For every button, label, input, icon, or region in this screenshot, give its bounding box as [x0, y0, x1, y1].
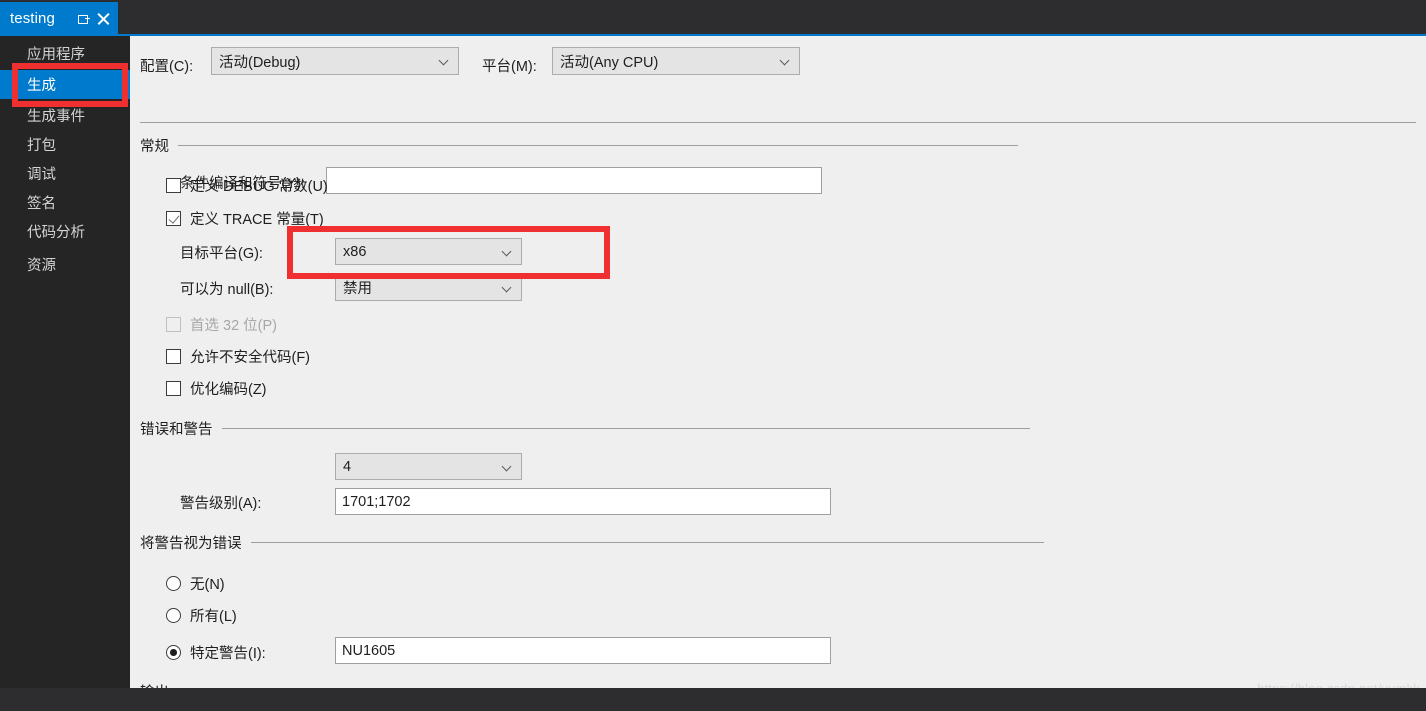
- configuration-value: 活动(Debug): [219, 54, 301, 71]
- platform-value: 活动(Any CPU): [560, 54, 659, 71]
- sidebar-item-code-analysis[interactable]: 代码分析: [0, 217, 130, 246]
- sidebar-item-application[interactable]: 应用程序: [0, 39, 130, 68]
- target-platform-label: 目标平台(G):: [180, 246, 263, 262]
- platform-dropdown[interactable]: 活动(Any CPU): [552, 47, 800, 75]
- sidebar-item-resources[interactable]: 资源: [0, 250, 130, 279]
- radio-unselected-icon[interactable]: [166, 608, 181, 623]
- warning-level-label-wrap: 警告级别(A):: [180, 495, 261, 513]
- warnings-as-errors-group-title: 将警告视为错误: [140, 536, 242, 552]
- checkbox-unchecked-icon[interactable]: [166, 349, 181, 364]
- bottom-bar: [0, 688, 1426, 711]
- warnings-as-errors-group-header: 将警告视为错误: [140, 532, 1044, 553]
- configuration-label: 配置(C):: [140, 59, 194, 75]
- sidebar-item-label: 调试: [27, 167, 56, 183]
- sidebar-item-label: 资源: [27, 258, 56, 274]
- checkbox-unchecked-icon[interactable]: [166, 381, 181, 396]
- prefer-32bit-checkbox-row: 首选 32 位(P): [166, 314, 277, 335]
- output-group-header: 输出: [140, 681, 1035, 688]
- sidebar-item-label: 代码分析: [27, 225, 85, 241]
- nullable-label: 可以为 null(B):: [180, 282, 274, 298]
- general-group-header: 常规: [140, 135, 1030, 156]
- tab-strip: testing: [0, 0, 1426, 36]
- platform-label: 平台(M):: [482, 59, 537, 75]
- group-rule: [178, 145, 1018, 146]
- chevron-down-icon: [503, 283, 512, 292]
- warning-level-dropdown[interactable]: 4: [335, 453, 522, 480]
- configuration-dropdown[interactable]: 活动(Debug): [211, 47, 459, 75]
- warnings-specific-label: 特定警告(I):: [190, 646, 266, 662]
- sidebar-item-label: 应用程序: [27, 47, 85, 63]
- sidebar-item-label: 签名: [27, 196, 56, 212]
- define-trace-label: 定义 TRACE 常量(T): [190, 212, 324, 228]
- nullable-label-wrap: 可以为 null(B):: [180, 281, 273, 299]
- general-group-title: 常规: [140, 139, 169, 155]
- project-properties-window: testing 应用程序 生成 生成事件 打包 调试 签名 代码分析 资源 配置…: [0, 0, 1426, 711]
- chevron-down-icon: [503, 462, 512, 471]
- target-platform-label-wrap: 目标平台(G):: [180, 245, 263, 263]
- chevron-down-icon: [781, 56, 790, 65]
- nullable-value: 禁用: [343, 281, 372, 297]
- sidebar-item-label: 生成: [27, 78, 56, 94]
- conditional-symbols-input[interactable]: [326, 167, 822, 194]
- errors-group-header: 错误和警告: [140, 418, 1030, 439]
- tab-testing[interactable]: testing: [0, 2, 118, 34]
- define-debug-checkbox-row[interactable]: 定义 DEBUG 常数(U): [166, 175, 328, 196]
- prefer-32bit-label: 首选 32 位(P): [190, 318, 278, 334]
- radio-selected-icon[interactable]: [166, 645, 181, 660]
- warnings-all-radio-row[interactable]: 所有(L): [166, 605, 237, 626]
- checkbox-checked-icon[interactable]: [166, 211, 181, 226]
- warnings-none-radio-row[interactable]: 无(N): [166, 573, 225, 594]
- sidebar-item-package[interactable]: 打包: [0, 130, 130, 159]
- group-rule: [221, 428, 1030, 429]
- properties-nav-list: 应用程序 生成 生成事件 打包 调试 签名 代码分析 资源: [0, 36, 130, 688]
- warning-level-label: 警告级别(A):: [180, 496, 262, 512]
- top-divider: [140, 122, 1416, 123]
- nullable-dropdown[interactable]: 禁用: [335, 274, 522, 301]
- radio-unselected-icon[interactable]: [166, 576, 181, 591]
- checkbox-unchecked-icon[interactable]: [166, 178, 181, 193]
- sidebar-item-label: 生成事件: [27, 109, 85, 125]
- sidebar-item-debug[interactable]: 调试: [0, 159, 130, 188]
- configuration-label-wrap: 配置(C):: [140, 58, 193, 76]
- allow-unsafe-checkbox-row[interactable]: 允许不安全代码(F): [166, 346, 310, 367]
- checkbox-disabled-icon: [166, 317, 181, 332]
- sidebar-item-label: 打包: [27, 138, 56, 154]
- close-icon[interactable]: [97, 12, 110, 25]
- sidebar-item-build[interactable]: 生成: [0, 70, 130, 99]
- output-group-title: 输出: [140, 681, 169, 688]
- optimize-code-checkbox-row[interactable]: 优化编码(Z): [166, 378, 267, 399]
- warnings-specific-radio-row[interactable]: 特定警告(I):: [166, 642, 266, 663]
- sidebar-item-signing[interactable]: 签名: [0, 188, 130, 217]
- define-debug-label: 定义 DEBUG 常数(U): [190, 179, 328, 195]
- define-trace-checkbox-row[interactable]: 定义 TRACE 常量(T): [166, 208, 324, 229]
- warnings-none-label: 无(N): [190, 577, 225, 593]
- platform-label-wrap: 平台(M):: [482, 58, 537, 76]
- suppress-warnings-value: 1701;1702: [342, 493, 411, 510]
- target-platform-value: x86: [343, 243, 367, 260]
- chevron-down-icon: [440, 56, 449, 65]
- tab-label: testing: [10, 9, 55, 27]
- group-rule: [250, 542, 1044, 543]
- specific-warnings-value: NU1605: [342, 642, 396, 659]
- warning-level-value: 4: [343, 458, 352, 475]
- specific-warnings-input[interactable]: NU1605: [335, 637, 831, 664]
- build-settings-pane: 配置(C): 活动(Debug) 平台(M): 活动(Any CPU) 常规 条…: [130, 36, 1426, 688]
- chevron-down-icon: [503, 247, 512, 256]
- warnings-all-label: 所有(L): [190, 609, 237, 625]
- allow-unsafe-label: 允许不安全代码(F): [190, 350, 311, 366]
- optimize-code-label: 优化编码(Z): [190, 382, 267, 398]
- target-platform-dropdown[interactable]: x86: [335, 238, 522, 265]
- sidebar-item-build-events[interactable]: 生成事件: [0, 101, 130, 130]
- suppress-warnings-input[interactable]: 1701;1702: [335, 488, 831, 515]
- errors-group-title: 错误和警告: [140, 422, 213, 438]
- pin-icon[interactable]: [77, 12, 90, 25]
